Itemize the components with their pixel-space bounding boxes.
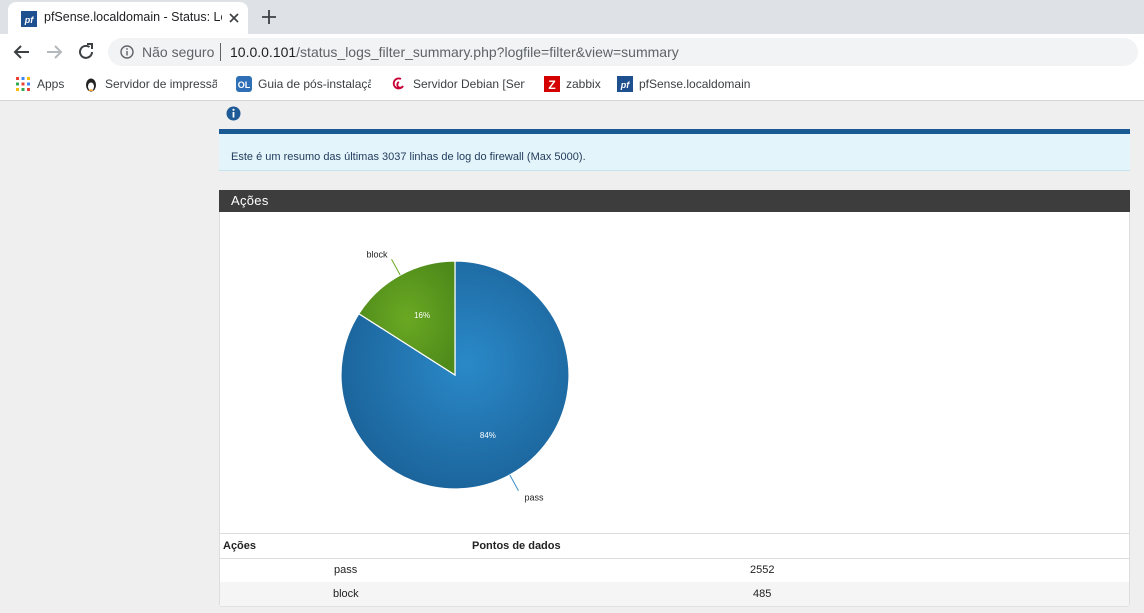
bookmark-zabbix[interactable]: Z zabbix	[544, 76, 604, 94]
bookmarks-bar: Apps Servidor de impressão OL Guia de pó…	[0, 70, 1144, 101]
debian-swirl-icon	[392, 77, 404, 90]
browser-toolbar: Não seguro 10.0.0.101/status_logs_filter…	[0, 34, 1144, 70]
ol-icon: OL	[236, 76, 252, 92]
bookmark-print-server[interactable]: Servidor de impressão	[83, 76, 223, 94]
svg-text:pf: pf	[24, 15, 34, 25]
new-tab-icon[interactable]	[260, 8, 278, 26]
url-text[interactable]: 10.0.0.101/status_logs_filter_summary.ph…	[230, 44, 679, 60]
bookmark-debian-server[interactable]: Servidor Debian [Serv	[391, 76, 527, 94]
svg-text:pf: pf	[620, 80, 630, 90]
url-host: 10.0.0.101	[230, 44, 297, 60]
cell-action: pass	[334, 564, 358, 576]
site-info-icon[interactable]	[120, 45, 134, 59]
column-header-actions: Ações	[223, 540, 257, 552]
pie-leader-line-pass	[509, 474, 519, 491]
pfsense-icon: pf	[21, 11, 37, 27]
info-alert: Este é um resumo das últimas 3037 linhas…	[219, 129, 1130, 171]
panel-title: Ações	[231, 193, 269, 208]
svg-text:Z: Z	[548, 78, 555, 92]
pie-percent-label-pass: 84%	[480, 431, 496, 440]
reload-icon[interactable]	[76, 42, 96, 62]
cell-action: block	[333, 588, 359, 600]
security-label[interactable]: Não seguro	[142, 44, 214, 60]
zabbix-icon: Z	[544, 76, 560, 92]
bookmark-post-install-guide[interactable]: OL Guia de pós-instalação	[236, 76, 374, 94]
pfsense-icon: pf	[617, 76, 633, 92]
cell-count: 2552	[750, 564, 775, 576]
bookmark-label: Guia de pós-instalação	[258, 77, 371, 91]
browser-tab[interactable]: pf pfSense.localdomain - Status: Logs: F…	[8, 2, 248, 34]
bookmark-pfsense[interactable]: pf pfSense.localdomain	[617, 76, 757, 94]
bookmark-label: Servidor Debian [Serv	[413, 77, 525, 91]
column-header-data-points: Pontos de dados	[472, 540, 561, 552]
panel-heading: Ações	[219, 190, 1130, 212]
alert-text: Este é um resumo das últimas 3037 linhas…	[231, 151, 586, 163]
forward-icon[interactable]	[44, 42, 64, 62]
pie-category-label-pass: pass	[524, 493, 544, 503]
address-separator	[220, 43, 221, 61]
back-icon[interactable]	[12, 42, 32, 62]
pie-percent-label-block: 16%	[414, 311, 430, 320]
address-bar[interactable]: Não seguro 10.0.0.101/status_logs_filter…	[108, 38, 1138, 66]
info-icon[interactable]	[226, 106, 241, 121]
svg-text:OL: OL	[238, 80, 251, 90]
table-row: block 485	[220, 582, 1129, 607]
bookmark-label: Servidor de impressão	[105, 77, 217, 91]
bookmark-apps[interactable]: Apps	[15, 76, 70, 94]
tab-strip: pf pfSense.localdomain - Status: Logs: F…	[0, 0, 1144, 34]
bookmark-label: pfSense.localdomain	[639, 77, 751, 91]
bookmark-label: zabbix	[566, 77, 601, 91]
url-path: /status_logs_filter_summary.php?logfile=…	[296, 44, 679, 60]
cell-count: 485	[753, 588, 772, 600]
close-icon[interactable]	[226, 10, 242, 26]
table-row: pass 2552	[220, 558, 1129, 583]
penguin-icon	[86, 78, 96, 92]
tab-title: pfSense.localdomain - Status: Logs: Fire…	[44, 10, 222, 24]
pie-category-label-block: block	[367, 249, 389, 259]
bookmark-label: Apps	[37, 77, 65, 91]
table-header: Ações Pontos de dados	[220, 533, 1129, 559]
actions-pie-chart: 84% pass 16% block	[340, 249, 570, 503]
apps-grid-icon	[16, 77, 30, 91]
pie-leader-line-block	[391, 259, 401, 276]
